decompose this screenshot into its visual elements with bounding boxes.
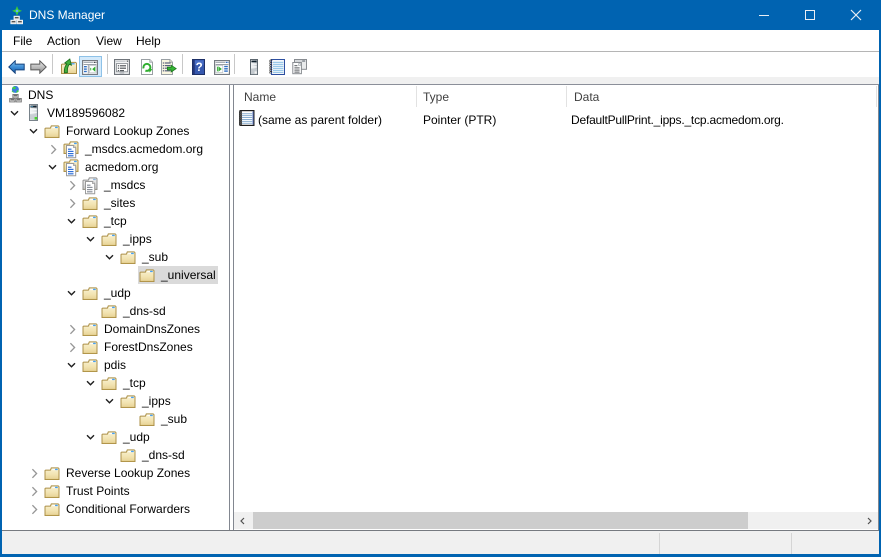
svg-text:?: ? <box>196 62 203 74</box>
